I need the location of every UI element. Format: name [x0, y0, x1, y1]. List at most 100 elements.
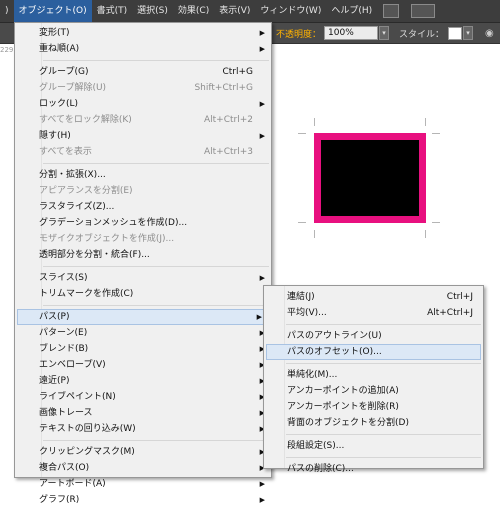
menu-item-label: 隠す(H)	[39, 131, 71, 141]
style-dropdown-icon[interactable]: ▾	[463, 26, 474, 40]
submenu-item-outline-stroke[interactable]: パスのアウトライン(U)	[264, 328, 483, 344]
menu-item-blend[interactable]: ブレンド(B)▶	[15, 341, 271, 357]
menu-item-trim-marks[interactable]: トリムマークを作成(C)	[15, 286, 271, 302]
menu-item-flatten-transparency[interactable]: 透明部分を分割・統合(F)...	[15, 247, 271, 263]
rectangle-fill[interactable]	[321, 140, 419, 216]
gear-icon[interactable]: ◉	[485, 28, 494, 39]
menu-item-slice[interactable]: スライス(S) ▶	[15, 270, 271, 286]
menu-separator	[286, 324, 481, 325]
menu-separator	[43, 305, 269, 306]
submenu-item-average[interactable]: 平均(V)... Alt+Ctrl+J	[264, 305, 483, 321]
bridge-icon[interactable]	[383, 4, 400, 18]
menu-item-shortcut: Shift+Ctrl+G	[194, 83, 253, 93]
menu-help[interactable]: ヘルプ(H)	[326, 0, 377, 22]
menu-item-text-wrap[interactable]: テキストの回り込み(W)▶	[15, 421, 271, 437]
menu-select[interactable]: 選択(S)	[132, 0, 173, 22]
menu-item-ungroup[interactable]: グループ解除(U) Shift+Ctrl+G	[15, 80, 271, 96]
submenu-arrow-icon: ▶	[259, 132, 265, 140]
menu-item-shortcut: Alt+Ctrl+J	[427, 308, 473, 318]
menu-item-label: 透明部分を分割・統合(F)...	[39, 250, 150, 260]
menu-type[interactable]: 書式(T)	[92, 0, 133, 22]
menu-item-label: すべてをロック解除(K)	[39, 115, 132, 125]
submenu-item-join[interactable]: 連結(J) Ctrl+J	[264, 289, 483, 305]
menu-item-object-mosaic[interactable]: モザイクオブジェクトを作成(J)...	[15, 231, 271, 247]
menu-item-pattern[interactable]: パターン(E)▶	[15, 325, 271, 341]
opacity-input[interactable]: 100%	[324, 26, 379, 40]
menu-item-unlock-all[interactable]: すべてをロック解除(K) Alt+Ctrl+2	[15, 112, 271, 128]
menu-item-label: 複合パス(O)	[39, 463, 90, 473]
menu-item-transform[interactable]: 変形(T) ▶	[15, 25, 271, 41]
menu-item-label: グループ(G)	[39, 67, 89, 77]
submenu-item-remove-anchor-points[interactable]: アンカーポイントを削除(R)	[264, 399, 483, 415]
menu-item-graph[interactable]: グラフ(R) ▶	[15, 492, 271, 508]
menu-item-label: パスの削除(C)...	[287, 464, 354, 474]
opacity-label[interactable]: 不透明度：	[276, 27, 321, 40]
menu-item-label: グラフ(R)	[39, 495, 80, 505]
menu-item-perspective[interactable]: 遠近(P)▶	[15, 373, 271, 389]
menu-item-shortcut: Alt+Ctrl+3	[203, 147, 253, 157]
menu-item-label: グラデーションメッシュを作成(D)...	[39, 218, 188, 228]
menu-item-lock[interactable]: ロック(L) ▶	[15, 96, 271, 112]
menu-item-label: ロック(L)	[39, 99, 79, 109]
submenu-arrow-icon: ▶	[259, 496, 265, 504]
menu-item-arrange[interactable]: 重ね順(A) ▶	[15, 41, 271, 57]
menu-object[interactable]: オブジェクト(O)	[13, 0, 92, 22]
menu-window[interactable]: ウィンドウ(W)	[255, 0, 326, 22]
menu-item-label: ブレンド(B)	[39, 344, 89, 354]
menu-separator	[286, 434, 481, 435]
submenu-arrow-icon: ▶	[259, 100, 265, 108]
menu-item-compound-path[interactable]: 複合パス(O)▶	[15, 460, 271, 476]
crop-mark	[432, 133, 440, 134]
submenu-item-split-into-grid[interactable]: 段組設定(S)...	[264, 438, 483, 454]
style-swatch[interactable]	[448, 26, 463, 40]
menu-item-artboards[interactable]: アートボード(A) ▶	[15, 476, 271, 492]
menu-item-hide[interactable]: 隠す(H) ▶	[15, 128, 271, 144]
menu-item-gradient-mesh[interactable]: グラデーションメッシュを作成(D)...	[15, 215, 271, 231]
menu-item-group[interactable]: グループ(G) Ctrl+G	[15, 64, 271, 80]
menu-item-envelope[interactable]: エンベロープ(V)▶	[15, 357, 271, 373]
submenu-item-add-anchor-points[interactable]: アンカーポイントの追加(A)	[264, 383, 483, 399]
menu-item-path[interactable]: パス(P) ▶	[17, 309, 269, 325]
arrange-documents-icon[interactable]	[411, 4, 436, 18]
menu-separator	[286, 363, 481, 364]
menu-item-expand-appearance[interactable]: アピアランスを分割(E)	[15, 183, 271, 199]
menu-view[interactable]: 表示(V)	[214, 0, 255, 22]
submenu-item-clean-up[interactable]: パスの削除(C)...	[264, 461, 483, 477]
submenu-item-simplify[interactable]: 単純化(M)...	[264, 367, 483, 383]
menu-separator	[43, 440, 269, 441]
menu-item-label: アートボード(A)	[39, 479, 106, 489]
menu-item-clipping-mask[interactable]: クリッピングマスク(M)▶	[15, 444, 271, 460]
menu-effect[interactable]: 効果(C)	[173, 0, 214, 22]
menu-item-image-trace[interactable]: 画像トレース▶	[15, 405, 271, 421]
menu-separator	[43, 266, 269, 267]
submenu-arrow-icon: ▶	[256, 313, 262, 321]
menu-item-label: パスのオフセット(O)...	[287, 347, 382, 357]
menu-prev-stub[interactable]: )	[0, 0, 14, 22]
left-panel-stub: 229	[0, 46, 14, 54]
menu-item-label: パターン(E)	[39, 328, 88, 338]
menu-item-label: 画像トレース	[39, 408, 93, 418]
opacity-dropdown-icon[interactable]: ▾	[379, 26, 390, 40]
submenu-item-offset-path[interactable]: パスのオフセット(O)...	[266, 344, 481, 360]
crop-mark	[314, 118, 315, 126]
menu-item-shortcut: Alt+Ctrl+2	[203, 115, 253, 125]
menu-item-shortcut: Ctrl+G	[222, 67, 253, 77]
menu-item-label: トリムマークを作成(C)	[39, 289, 134, 299]
submenu-arrow-icon: ▶	[259, 274, 265, 282]
crop-mark	[425, 230, 426, 238]
object-menu-dropdown: 変形(T) ▶ 重ね順(A) ▶ グループ(G) Ctrl+G グループ解除(U) Sh…	[14, 22, 272, 505]
menu-item-live-paint[interactable]: ライブペイント(N)▶	[15, 389, 271, 405]
menu-item-expand[interactable]: 分割・拡張(X)...	[15, 167, 271, 183]
crop-mark	[298, 222, 306, 223]
submenu-item-divide-objects-below[interactable]: 背面のオブジェクトを分割(D)	[264, 415, 483, 431]
selected-rectangle-artwork[interactable]	[314, 133, 426, 223]
submenu-arrow-icon: ▶	[259, 45, 265, 53]
app-menubar: ) オブジェクト(O) 書式(T) 選択(S) 効果(C) 表示(V) ウィンド…	[0, 0, 500, 23]
menu-item-label: ラスタライズ(Z)...	[39, 202, 115, 212]
menu-separator	[43, 60, 269, 61]
menu-item-label: パスのアウトライン(U)	[287, 331, 382, 341]
menu-item-label: アピアランスを分割(E)	[39, 186, 133, 196]
menu-item-show-all[interactable]: すべてを表示 Alt+Ctrl+3	[15, 144, 271, 160]
menu-item-rasterize[interactable]: ラスタライズ(Z)...	[15, 199, 271, 215]
menu-item-label: テキストの回り込み(W)	[39, 424, 136, 434]
